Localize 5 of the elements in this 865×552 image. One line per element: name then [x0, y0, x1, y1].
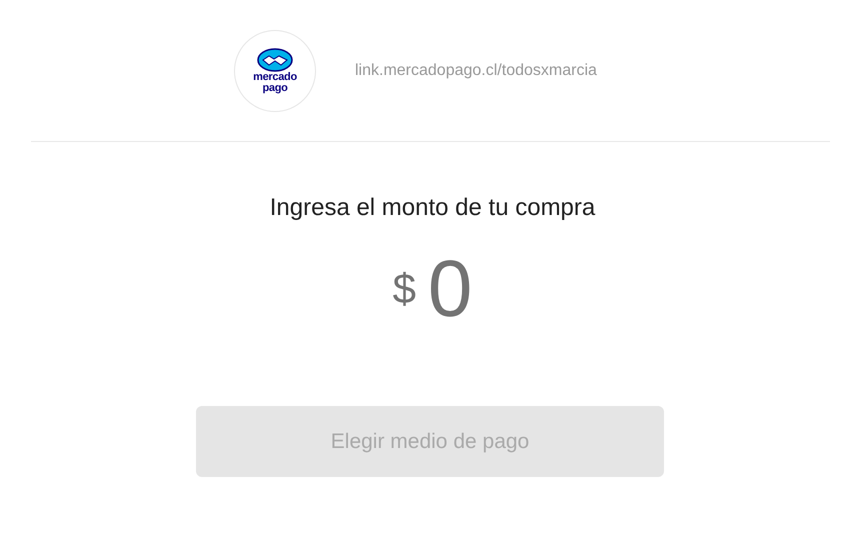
- logo-text: mercado pago: [253, 72, 297, 94]
- payment-link[interactable]: link.mercadopago.cl/todosxmarcia: [355, 62, 597, 80]
- currency-symbol: $: [392, 265, 416, 313]
- amount-field[interactable]: 0: [428, 244, 472, 334]
- page-title: Ingresa el monto de tu compra: [268, 194, 596, 222]
